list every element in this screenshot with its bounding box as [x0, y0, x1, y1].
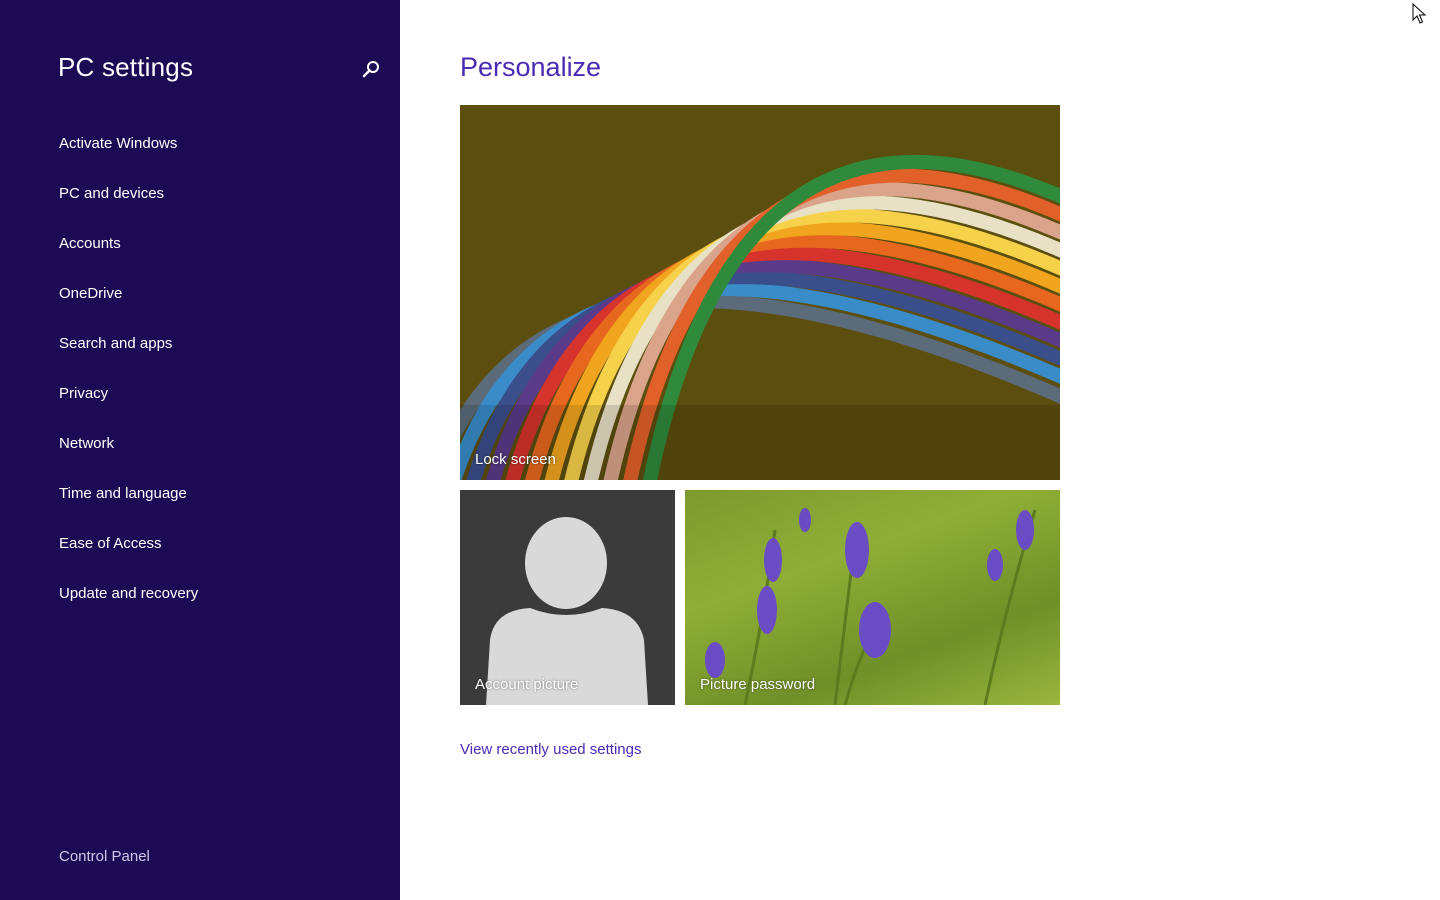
- lock-screen-label: Lock screen: [475, 451, 556, 468]
- sidebar-item-time-and-language[interactable]: Time and language: [0, 475, 400, 525]
- sidebar-item-activate-windows[interactable]: Activate Windows: [0, 125, 400, 175]
- picture-password-tile[interactable]: Picture password: [685, 490, 1060, 705]
- sidebar-item-pc-and-devices[interactable]: PC and devices: [0, 175, 400, 225]
- search-button[interactable]: [358, 56, 386, 84]
- control-panel-link[interactable]: Control Panel: [59, 848, 150, 865]
- sidebar-item-update-and-recovery[interactable]: Update and recovery: [0, 575, 400, 625]
- view-recent-settings-link[interactable]: View recently used settings: [460, 741, 642, 758]
- page-title: Personalize: [460, 52, 602, 82]
- sidebar-item-accounts[interactable]: Accounts: [0, 225, 400, 275]
- lavender-image: [705, 508, 1037, 705]
- picture-password-label: Picture password: [700, 676, 816, 693]
- settings-nav: Activate Windows PC and devices Accounts…: [0, 125, 400, 625]
- sidebar-title: PC settings: [58, 52, 194, 82]
- search-icon: [362, 61, 379, 78]
- sidebar-item-ease-of-access[interactable]: Ease of Access: [0, 525, 400, 575]
- main-content: Personalize Lock screen Account picture …: [400, 0, 1440, 900]
- user-avatar-icon: [486, 517, 648, 705]
- sidebar-item-search-and-apps[interactable]: Search and apps: [0, 325, 400, 375]
- sidebar: PC settings Activate Windows PC and devi…: [0, 0, 400, 900]
- mouse-cursor-icon: [1412, 3, 1427, 24]
- sidebar-item-privacy[interactable]: Privacy: [0, 375, 400, 425]
- account-picture-tile[interactable]: Account picture: [460, 490, 675, 705]
- lock-screen-tile[interactable]: Lock screen: [460, 105, 1060, 480]
- account-picture-label: Account picture: [475, 676, 579, 693]
- lock-screen-image: [460, 105, 1060, 480]
- sidebar-item-network[interactable]: Network: [0, 425, 400, 475]
- sidebar-item-onedrive[interactable]: OneDrive: [0, 275, 400, 325]
